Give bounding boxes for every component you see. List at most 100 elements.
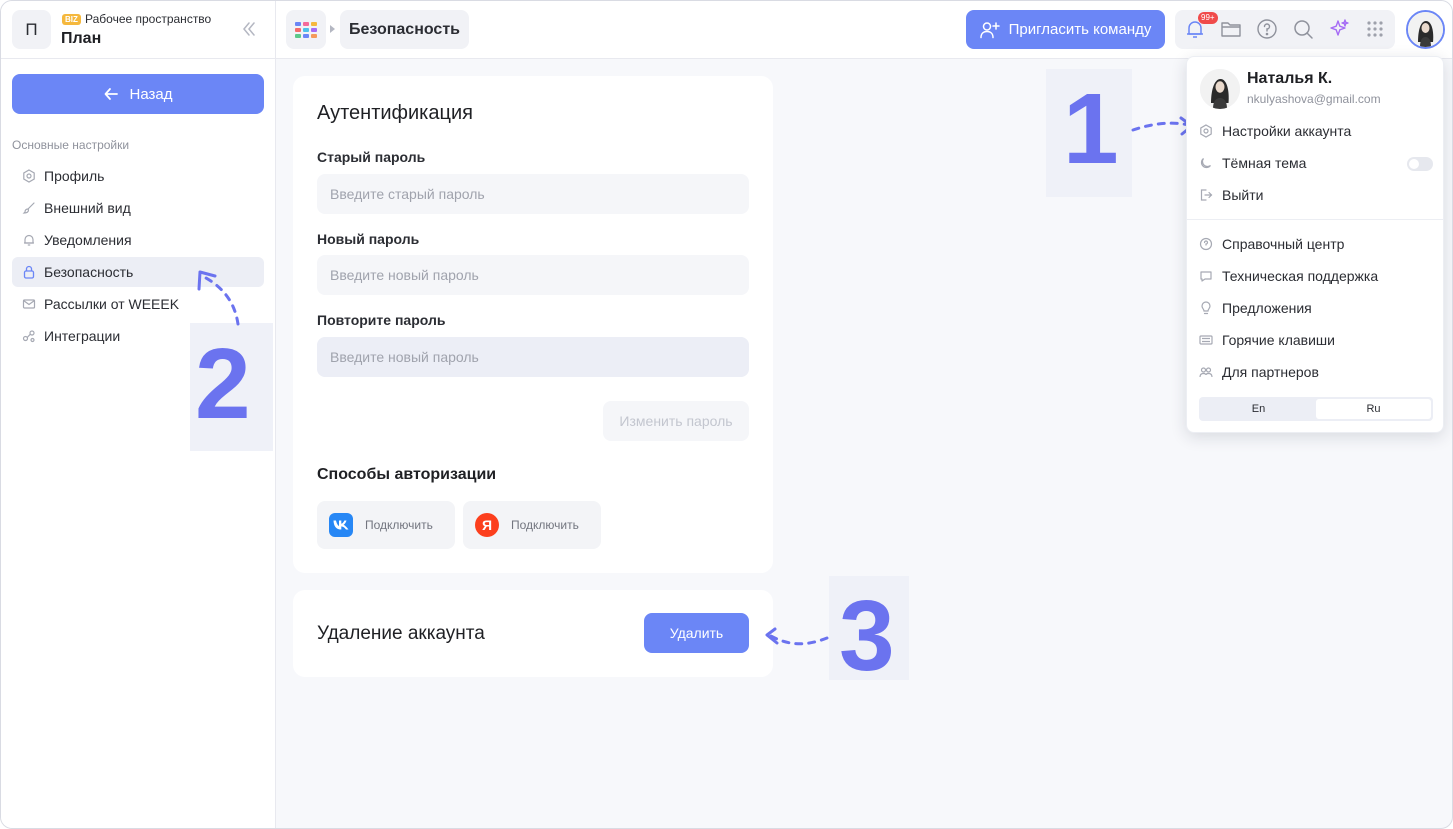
menu-item-suggestions[interactable]: Предложения [1199, 295, 1433, 321]
user-menu-dropdown: Наталья К. nkulyashova@gmail.com Настрой… [1186, 56, 1444, 433]
menu-item-account-settings[interactable]: Настройки аккаунта [1199, 118, 1433, 144]
vk-icon [329, 513, 353, 537]
menu-item-label: Техническая поддержка [1222, 268, 1379, 284]
breadcrumb-separator [330, 25, 335, 33]
user-name: Наталья К. [1247, 70, 1333, 87]
menu-item-label: Справочный центр [1222, 236, 1345, 252]
sidebar-item-label: Безопасность [44, 264, 134, 280]
search-icon[interactable] [1292, 18, 1314, 40]
back-button-label: Назад [129, 85, 173, 103]
annotation-number-1: 1 [1063, 73, 1119, 185]
vk-connect-label: Подключить [365, 518, 433, 532]
old-password-label: Старый пароль [317, 149, 426, 165]
annotation-number-2: 2 [195, 328, 251, 440]
menu-item-logout[interactable]: Выйти [1199, 182, 1433, 208]
breadcrumb[interactable]: Безопасность [340, 10, 469, 49]
sidebar-item-label: Профиль [44, 168, 105, 184]
yandex-connect-button[interactable]: Я Подключить [463, 501, 601, 549]
help-icon[interactable] [1256, 18, 1278, 40]
apps-button[interactable] [286, 10, 326, 49]
lang-option-ru[interactable]: Ru [1316, 399, 1431, 419]
menu-item-help-center[interactable]: Справочный центр [1199, 231, 1433, 257]
language-switcher: En Ru [1199, 397, 1433, 421]
back-button[interactable]: Назад [12, 74, 264, 114]
sidebar-item-label: Внешний вид [44, 200, 131, 216]
workspace-switcher[interactable]: П BIZ Рабочее пространство План [1, 1, 276, 59]
menu-item-label: Предложения [1222, 300, 1312, 316]
logout-icon [1200, 189, 1213, 201]
menu-item-label: Для партнеров [1222, 364, 1319, 380]
user-menu-avatar [1200, 69, 1240, 109]
app-window: П BIZ Рабочее пространство План Назад Ос… [0, 0, 1453, 829]
auth-methods-title: Способы авторизации [317, 466, 497, 483]
workspace-avatar: П [12, 10, 51, 49]
chat-icon [1200, 271, 1212, 282]
menu-divider [1187, 219, 1443, 220]
moon-icon [1200, 158, 1211, 169]
menu-item-support[interactable]: Техническая поддержка [1199, 263, 1433, 289]
sidebar-item-label: Интеграции [44, 328, 121, 344]
authentication-card: Аутентификация Старый пароль Новый парол… [293, 76, 773, 573]
apps-grid-icon [295, 21, 317, 38]
mail-icon [22, 299, 36, 309]
gear-icon [1200, 124, 1212, 138]
dark-theme-toggle[interactable] [1407, 157, 1433, 171]
menu-item-partners[interactable]: Для партнеров [1199, 359, 1433, 385]
yandex-icon: Я [475, 513, 499, 537]
header-toolbar: 99+ [1175, 10, 1395, 49]
user-photo-icon [1408, 12, 1443, 47]
invite-team-label: Пригласить команду [1008, 21, 1152, 38]
menu-item-dark-theme[interactable]: Тёмная тема [1199, 150, 1433, 176]
sidebar-item-security[interactable]: Безопасность [12, 257, 264, 287]
yandex-connect-label: Подключить [511, 518, 579, 532]
sidebar-item-label: Уведомления [44, 232, 132, 248]
workspace-label: Рабочее пространство [85, 12, 212, 26]
new-password-input[interactable] [317, 255, 749, 295]
folder-icon[interactable] [1220, 18, 1242, 40]
invite-team-button[interactable]: Пригласить команду [966, 10, 1165, 49]
change-password-button[interactable]: Изменить пароль [603, 401, 749, 441]
menu-item-label: Горячие клавиши [1222, 332, 1335, 348]
top-header: Безопасность Пригласить команду 99+ [276, 1, 1452, 59]
grid-menu-icon[interactable] [1364, 18, 1386, 40]
integrations-icon [22, 330, 35, 343]
bell-icon [24, 234, 34, 246]
user-email: nkulyashova@gmail.com [1247, 92, 1381, 106]
sidebar-item-newsletters[interactable]: Рассылки от WEEEK [12, 289, 264, 319]
menu-item-label: Выйти [1222, 187, 1264, 203]
sparkles-icon[interactable] [1328, 18, 1350, 40]
notifications-badge: 99+ [1198, 12, 1218, 24]
repeat-password-input[interactable] [317, 337, 749, 377]
authentication-title: Аутентификация [317, 102, 473, 124]
keyboard-icon [1199, 335, 1213, 345]
vk-connect-button[interactable]: Подключить [317, 501, 455, 549]
sidebar-item-notifications[interactable]: Уведомления [12, 225, 264, 255]
collapse-sidebar-icon[interactable] [239, 19, 259, 39]
gear-icon [23, 169, 35, 183]
delete-account-button[interactable]: Удалить [644, 613, 749, 653]
delete-account-card: Удаление аккаунта Удалить [293, 590, 773, 677]
settings-section-title: Основные настройки [12, 138, 130, 152]
add-user-icon [979, 21, 1000, 38]
workspace-badge: BIZ [62, 14, 81, 25]
partners-icon [1199, 367, 1213, 378]
menu-item-label: Тёмная тема [1222, 155, 1307, 171]
brush-icon [22, 202, 35, 214]
lang-option-en[interactable]: En [1201, 399, 1316, 419]
delete-account-title: Удаление аккаунта [317, 623, 485, 644]
old-password-input[interactable] [317, 174, 749, 214]
lock-icon [23, 265, 35, 279]
sidebar-item-profile[interactable]: Профиль [12, 161, 264, 191]
menu-item-hotkeys[interactable]: Горячие клавиши [1199, 327, 1433, 353]
arrow-left-icon [104, 88, 118, 100]
menu-item-label: Настройки аккаунта [1222, 123, 1352, 139]
annotation-arrow-1 [1131, 121, 1191, 132]
sidebar-item-appearance[interactable]: Внешний вид [12, 193, 264, 223]
sidebar-item-label: Рассылки от WEEEK [44, 296, 180, 312]
annotation-arrow-3 [769, 634, 829, 646]
bulb-icon [1201, 301, 1211, 315]
user-avatar-button[interactable] [1406, 10, 1445, 49]
repeat-password-label: Повторите пароль [317, 312, 446, 328]
help-icon [1199, 237, 1213, 251]
workspace-name: План [61, 30, 102, 47]
